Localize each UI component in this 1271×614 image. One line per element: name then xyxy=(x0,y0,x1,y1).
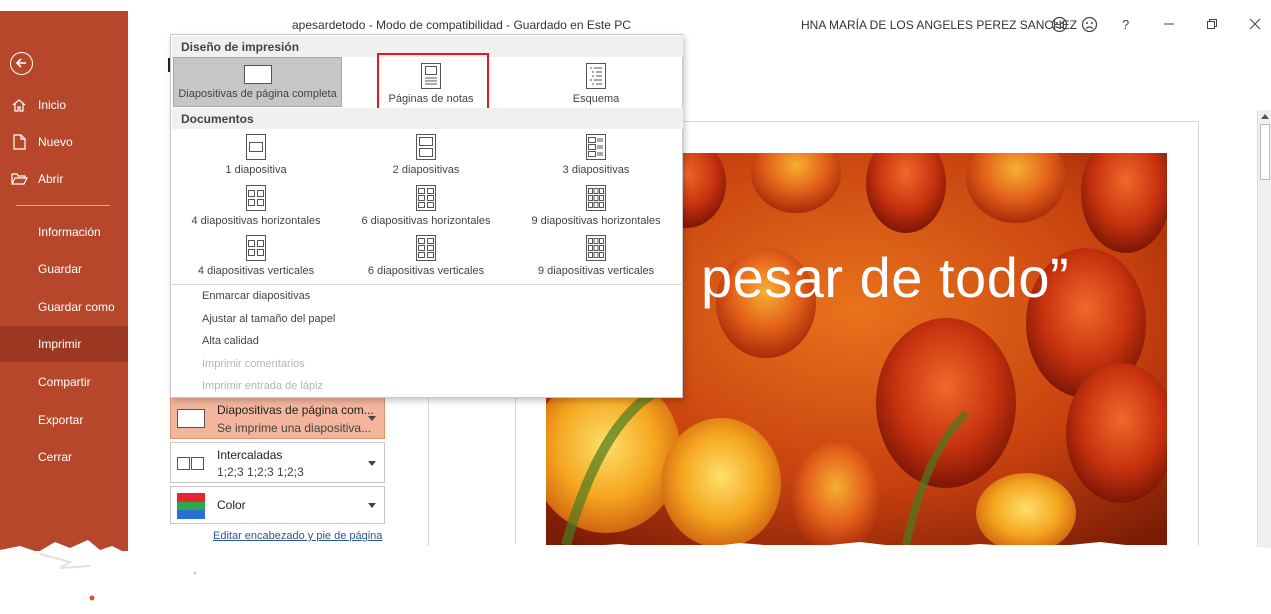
handout-4v-icon xyxy=(246,235,266,261)
handout-4-vertical[interactable]: 4 diapositivas verticales xyxy=(186,235,326,281)
sidebar-item-exportar[interactable]: Exportar xyxy=(0,402,128,438)
backstage-sidebar: Inicio Nuevo Abrir Información Guardar G… xyxy=(0,11,128,551)
handout-3-slides[interactable]: 3 diapositivas xyxy=(526,134,666,180)
sidebar-item-label: Cerrar xyxy=(38,450,73,464)
section-header-handouts: Documentos xyxy=(172,108,683,129)
settings-preview-divider xyxy=(428,396,429,546)
sidebar-item-label: Imprimir xyxy=(38,337,82,351)
sidebar-divider xyxy=(16,205,110,206)
sidebar-item-label: Información xyxy=(38,225,101,239)
handout-4-horizontal[interactable]: 4 diapositivas horizontales xyxy=(186,185,326,231)
sidebar-item-label: Inicio xyxy=(38,98,67,112)
document-title: apesardetodo - Modo de compatibilidad - … xyxy=(292,18,631,32)
chevron-down-icon xyxy=(368,503,376,508)
option-high-quality[interactable]: Alta calidad xyxy=(202,335,259,347)
handout-9-vertical[interactable]: 9 diapositivas verticales xyxy=(526,235,666,281)
notes-pages-highlight xyxy=(377,53,489,116)
handout-label: 4 diapositivas horizontales xyxy=(191,215,321,227)
minimize-icon[interactable] xyxy=(1163,18,1175,30)
collation-subtitle: 1;2;3 1;2;3 1;2;3 xyxy=(217,465,304,479)
collation-setting[interactable]: Intercaladas 1;2;3 1;2;3 1;2;3 xyxy=(170,442,385,483)
handout-label: 4 diapositivas verticales xyxy=(197,265,315,277)
torn-edge-decoration xyxy=(0,540,1271,614)
sidebar-item-label: Exportar xyxy=(38,413,84,427)
handout-2-icon xyxy=(416,134,436,160)
option-print-ink: Imprimir entrada de lápiz xyxy=(202,380,324,392)
sidebar-item-compartir[interactable]: Compartir xyxy=(0,364,128,400)
handout-label: 6 diapositivas horizontales xyxy=(361,215,491,227)
full-page-slide-icon xyxy=(243,65,272,84)
collation-title: Intercaladas xyxy=(217,448,283,462)
handout-4h-icon xyxy=(246,185,266,211)
handout-1-slide[interactable]: 1 diapositiva xyxy=(186,134,326,180)
sidebar-item-label: Guardar como xyxy=(38,300,115,314)
frown-feedback-icon[interactable] xyxy=(1081,16,1098,33)
sidebar-item-cerrar[interactable]: Cerrar xyxy=(0,439,128,475)
option-frame-slides[interactable]: Enmarcar diapositivas xyxy=(202,290,310,302)
handout-label: 3 diapositivas xyxy=(562,164,630,176)
handout-6-vertical[interactable]: 6 diapositivas verticales xyxy=(356,235,496,281)
outline-icon xyxy=(586,63,606,89)
sidebar-item-label: Guardar xyxy=(38,262,83,276)
layout-full-page-slides[interactable]: Diapositivas de página completa xyxy=(173,57,342,107)
handout-6-horizontal[interactable]: 6 diapositivas horizontales xyxy=(356,185,496,231)
handout-label: 9 diapositivas verticales xyxy=(537,265,655,277)
handout-9v-icon xyxy=(586,235,606,261)
handout-label: 1 diapositiva xyxy=(225,164,287,176)
handout-1-icon xyxy=(246,134,266,160)
back-arrow-icon[interactable] xyxy=(10,52,33,75)
scroll-thumb[interactable] xyxy=(1260,124,1270,180)
home-icon xyxy=(0,98,38,113)
sidebar-item-guardar[interactable]: Guardar xyxy=(0,251,128,287)
print-layout-setting[interactable]: Diapositivas de página com... Se imprime… xyxy=(170,397,385,439)
chevron-down-icon xyxy=(368,416,376,421)
sidebar-item-imprimir[interactable]: Imprimir xyxy=(0,326,128,362)
options-divider xyxy=(172,284,683,285)
help-icon[interactable]: ? xyxy=(1122,17,1129,32)
sidebar-item-label: Nuevo xyxy=(38,135,73,149)
slide-title-text: pesar de todo” xyxy=(701,246,1070,309)
sidebar-item-label: Compartir xyxy=(38,375,91,389)
smile-feedback-icon[interactable] xyxy=(1051,16,1068,33)
handout-label: 6 diapositivas verticales xyxy=(367,265,485,277)
chevron-down-icon xyxy=(368,461,376,466)
handout-label: 9 diapositivas horizontales xyxy=(531,215,661,227)
sidebar-item-label: Abrir xyxy=(38,172,64,186)
handout-6v-icon xyxy=(416,235,436,261)
option-scale-to-fit[interactable]: Ajustar al tamaño del papel xyxy=(202,313,335,325)
color-swatch-icon xyxy=(177,493,205,519)
handout-3-icon xyxy=(586,134,606,160)
print-layout-title: Diapositivas de página com... xyxy=(217,403,374,417)
print-layout-subtitle: Se imprime una diapositiva... xyxy=(217,421,372,435)
handout-label: 2 diapositivas xyxy=(392,164,460,176)
sidebar-item-abrir[interactable]: Abrir xyxy=(0,161,128,197)
sidebar-item-nuevo[interactable]: Nuevo xyxy=(0,124,128,160)
sidebar-item-informacion[interactable]: Información xyxy=(0,214,128,250)
color-title: Color xyxy=(217,498,246,512)
scroll-up-arrow-icon[interactable] xyxy=(1261,114,1269,119)
close-icon[interactable] xyxy=(1249,18,1261,30)
full-page-slide-icon xyxy=(177,409,205,428)
color-setting[interactable]: Color xyxy=(170,486,385,524)
preview-scrollbar[interactable] xyxy=(1257,110,1271,550)
sidebar-item-inicio[interactable]: Inicio xyxy=(0,87,128,123)
new-document-icon xyxy=(0,134,38,150)
handout-9-horizontal[interactable]: 9 diapositivas horizontales xyxy=(526,185,666,231)
handout-9h-icon xyxy=(586,185,606,211)
account-name[interactable]: HNA MARÍA DE LOS ANGELES PEREZ SANCHEZ xyxy=(801,18,1077,32)
collated-pages-icon xyxy=(177,457,204,470)
handout-6h-icon xyxy=(416,185,436,211)
layout-label: Diapositivas de página completa xyxy=(178,88,337,100)
option-print-comments: Imprimir comentarios xyxy=(202,358,305,370)
folder-open-icon xyxy=(0,172,38,186)
restore-icon[interactable] xyxy=(1206,18,1218,30)
sidebar-item-guardar-como[interactable]: Guardar como xyxy=(0,289,128,325)
layout-label: Esquema xyxy=(572,93,620,105)
print-layout-dropdown: Diseño de impresión Diapositivas de pági… xyxy=(170,34,683,398)
handout-2-slides[interactable]: 2 diapositivas xyxy=(356,134,496,180)
layout-outline[interactable]: Esquema xyxy=(526,59,666,107)
